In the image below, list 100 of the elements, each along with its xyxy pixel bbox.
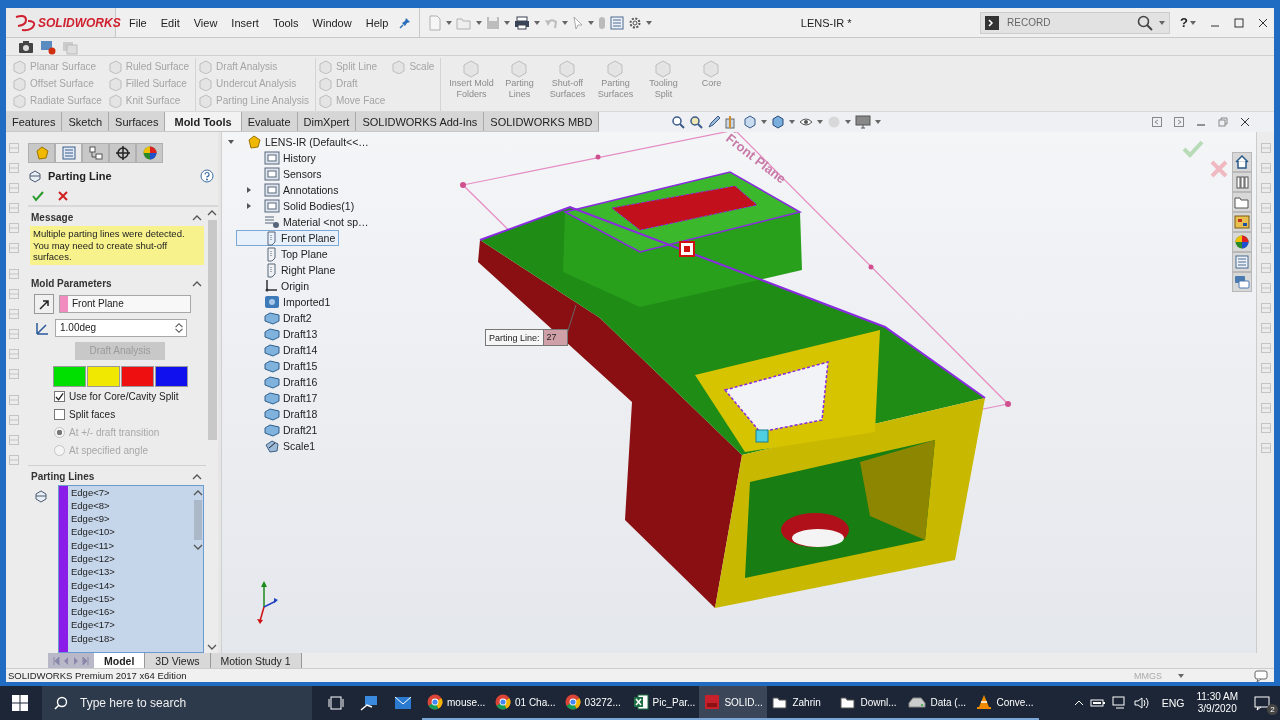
greyed-tool-icon[interactable] — [1259, 262, 1272, 274]
tab[interactable]: Features — [6, 112, 63, 131]
next-icon[interactable] — [72, 655, 80, 666]
greyed-tool-icon[interactable] — [8, 242, 20, 254]
close-icon[interactable] — [1258, 17, 1268, 28]
greyed-tool-icon[interactable] — [8, 308, 20, 320]
tree-item[interactable]: LENS-IR (Default<<… — [222, 134, 373, 150]
monitor-icon[interactable] — [855, 115, 872, 129]
tree-item[interactable]: Front Plane — [236, 230, 340, 246]
greyed-tool-icon[interactable] — [1259, 382, 1272, 394]
reverse-direction-button[interactable] — [34, 293, 54, 314]
tree-item[interactable]: Sensors — [236, 166, 326, 182]
tree-item[interactable]: Draft14 — [236, 342, 322, 358]
list-item[interactable]: Edge<12> — [71, 552, 193, 566]
tab[interactable]: SOLIDWORKS MBD — [484, 112, 600, 131]
chevron-down-icon[interactable] — [207, 644, 217, 651]
greyed-tool-icon[interactable] — [8, 368, 20, 380]
tab[interactable]: Evaluate — [241, 112, 298, 131]
tab[interactable]: Mold Tools — [165, 112, 242, 131]
taskbar-search-box[interactable]: Type here to search — [42, 686, 312, 720]
confirm-check-icon[interactable] — [1182, 140, 1204, 158]
tab[interactable]: 3D Views — [145, 653, 211, 668]
tree-item[interactable]: Imported1 — [236, 294, 335, 310]
tab[interactable]: Model — [94, 653, 146, 668]
tree-item[interactable]: Draft13 — [236, 326, 322, 342]
task-pane-tab[interactable] — [1232, 272, 1252, 292]
tab[interactable]: DimXpert — [297, 112, 357, 131]
taskbar-app-button[interactable]: Downl... — [835, 686, 904, 720]
tree-item[interactable]: Right Plane — [236, 262, 340, 278]
list-item[interactable]: Edge<18> — [71, 631, 193, 646]
task-pane-tab[interactable] — [1232, 152, 1252, 172]
check-icon[interactable] — [32, 190, 44, 202]
display-cube-icon[interactable] — [771, 115, 786, 129]
restore-icon[interactable] — [1218, 117, 1228, 127]
camera-icon[interactable] — [18, 39, 34, 54]
greyed-tool-icon[interactable] — [8, 288, 20, 300]
greyed-tool-icon[interactable] — [1259, 142, 1272, 154]
task-pane-tab[interactable] — [1232, 192, 1252, 212]
tree-item[interactable]: Material <not sp… — [236, 214, 373, 230]
taskbar-app-button[interactable]: Zahrin — [767, 686, 836, 720]
search-box[interactable]: RECORD — [980, 11, 1171, 34]
tree-item[interactable]: Solid Bodies(1) — [236, 198, 359, 214]
taskbar-app-button[interactable]: mouse... — [422, 686, 490, 720]
direction-field[interactable]: Front Plane — [59, 294, 191, 313]
collapse-arrow-icon[interactable] — [227, 138, 235, 146]
scrollbar-thumb[interactable] — [207, 220, 217, 440]
windows-logo-icon[interactable] — [12, 695, 28, 711]
eye-icon[interactable] — [799, 117, 814, 127]
greyed-tool-icon[interactable] — [8, 162, 20, 174]
color-swatch[interactable] — [53, 365, 86, 387]
greyed-tool-icon[interactable] — [8, 414, 20, 426]
taskbar-search-input[interactable]: Type here to search — [78, 695, 298, 711]
taskbar-app-button[interactable]: SOLID... — [699, 686, 768, 720]
task-pane-tab[interactable] — [1232, 172, 1252, 192]
tree-item[interactable]: Top Plane — [236, 246, 332, 262]
taskbar-app-button[interactable]: Conve... — [971, 686, 1040, 720]
tree-item[interactable]: Draft2 — [236, 310, 316, 326]
checkbox[interactable] — [54, 391, 65, 402]
scrollbar-thumb[interactable] — [194, 499, 202, 540]
color-swatch[interactable] — [87, 365, 120, 387]
taskbar-app-button[interactable]: Data (... — [903, 686, 972, 720]
notification-button[interactable]: 2 — [1254, 693, 1276, 713]
greyed-tool-icon[interactable] — [1259, 342, 1272, 354]
cube-icon[interactable] — [743, 115, 758, 129]
taskbar-app-button[interactable]: 03272... — [559, 686, 628, 720]
tree-item[interactable]: History — [236, 150, 320, 166]
menu-item[interactable]: View — [186, 14, 225, 31]
tile-right-icon[interactable] — [1174, 117, 1184, 127]
search-input[interactable]: RECORD — [1005, 16, 1132, 29]
tree-item[interactable]: Draft15 — [236, 358, 322, 374]
list-item[interactable]: Edge<14> — [71, 578, 193, 592]
cancel-icon[interactable] — [58, 191, 68, 201]
menu-item[interactable]: Insert — [224, 14, 266, 31]
greyed-tool-icon[interactable] — [1259, 322, 1272, 334]
zoom-area-icon[interactable] — [689, 115, 704, 129]
greyed-tool-icon[interactable] — [8, 222, 20, 234]
angle-field[interactable]: 1.00deg — [55, 318, 187, 337]
greyed-tool-icon[interactable] — [1259, 402, 1272, 414]
search-icon[interactable] — [1137, 14, 1154, 31]
prev-icon[interactable] — [62, 655, 70, 666]
greyed-tool-icon[interactable] — [1259, 242, 1272, 254]
greyed-tool-icon[interactable] — [8, 454, 20, 466]
list-item[interactable]: Edge<13> — [71, 565, 193, 579]
pm-tab[interactable] — [136, 143, 163, 163]
greyed-tool-icon[interactable] — [1259, 442, 1272, 454]
menu-item[interactable]: Edit — [153, 14, 187, 31]
tree-item[interactable]: Draft21 — [236, 422, 322, 438]
help-icon[interactable] — [200, 169, 214, 183]
comment-icon[interactable] — [1254, 669, 1268, 682]
list-item[interactable]: Edge<17> — [71, 618, 193, 632]
greyed-tool-icon[interactable] — [8, 268, 20, 280]
task-pane-tab[interactable] — [1232, 232, 1252, 252]
zoom-fit-icon[interactable] — [671, 115, 686, 129]
tree-item[interactable]: Origin — [236, 278, 313, 294]
tree-item[interactable]: Draft18 — [236, 406, 322, 422]
tree-item[interactable]: Annotations — [236, 182, 343, 198]
task-view-icon[interactable] — [328, 696, 344, 710]
greyed-tool-icon[interactable] — [1259, 282, 1272, 294]
maximize-icon[interactable] — [1234, 17, 1244, 28]
tab[interactable]: Sketch — [62, 112, 110, 131]
